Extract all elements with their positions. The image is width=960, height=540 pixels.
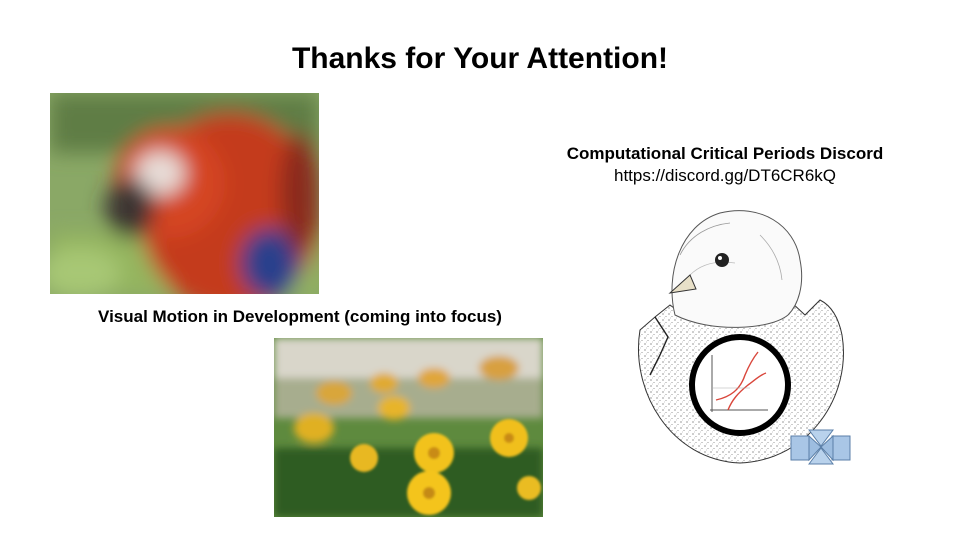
discord-heading: Computational Critical Periods Discord	[566, 144, 884, 163]
flowers-image	[274, 338, 543, 517]
parrot-caption: Visual Motion in Development (coming int…	[98, 307, 502, 326]
discord-link[interactable]: https://discord.gg/DT6CR6kQ	[520, 166, 930, 186]
parrot-image	[50, 93, 319, 294]
chick-eye	[715, 253, 729, 267]
slide-title: Thanks for Your Attention!	[291, 42, 669, 75]
blurred-parrot-photo	[50, 93, 319, 294]
chick	[668, 210, 803, 328]
blurred-flowers-photo	[274, 338, 543, 517]
blue-bowtie-icon	[790, 429, 851, 465]
